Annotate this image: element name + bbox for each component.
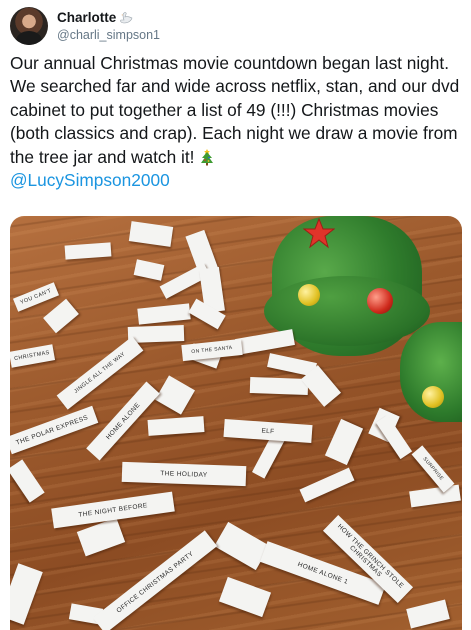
paper-slip — [299, 467, 355, 503]
movie-slip: SURPRISE — [411, 445, 455, 493]
paper-slip — [127, 325, 185, 343]
paper-slip — [147, 416, 205, 436]
yellow-bauble — [422, 386, 444, 408]
tweet-body: Our annual Christmas movie countdown beg… — [10, 53, 460, 167]
paper-slip — [43, 298, 79, 334]
paper-slip — [137, 303, 191, 325]
paper-slip — [214, 521, 270, 571]
movie-slip: THE POLAR EXPRESS — [10, 405, 99, 455]
movie-slip: CHRISTMAS — [10, 344, 56, 368]
tweet-text: Our annual Christmas movie countdown beg… — [10, 52, 462, 192]
tweet-header: Charlotte @charli_simpson1 — [10, 7, 450, 47]
paper-slip — [235, 329, 295, 355]
paper-slip — [133, 259, 165, 281]
movie-slip: ON THE SANTA — [181, 338, 243, 362]
user-handle[interactable]: @charli_simpson1 — [57, 28, 160, 42]
name-row: Charlotte — [57, 10, 133, 25]
paper-slip — [155, 375, 195, 415]
swan-icon — [120, 11, 133, 23]
paper-slip — [64, 242, 112, 260]
movie-slip: THE HOLIDAY — [121, 461, 247, 487]
display-name[interactable]: Charlotte — [57, 10, 116, 25]
movie-slip: ELF — [223, 418, 313, 444]
paper-slip — [409, 484, 461, 508]
paper-slip — [218, 576, 272, 618]
red-bauble — [367, 288, 393, 314]
paper-slip — [10, 563, 43, 625]
avatar-figure — [16, 31, 42, 45]
paper-slip — [10, 459, 45, 503]
tweet-photo[interactable]: YOU CAN'T CHRISTMAS JINGLE ALL THE WAY O… — [10, 216, 462, 630]
christmas-tree-icon — [201, 148, 214, 166]
paper-slip — [406, 599, 450, 629]
mention-link[interactable]: @LucySimpson2000 — [10, 169, 462, 192]
tweet-card: Charlotte @charli_simpson1 Our annual Ch… — [0, 0, 471, 630]
yellow-bauble — [298, 284, 320, 306]
paper-slip — [249, 376, 309, 396]
star-ornament — [303, 217, 335, 249]
paper-slip — [324, 418, 364, 466]
avatar[interactable] — [10, 7, 48, 45]
paper-slip — [128, 221, 174, 247]
movie-slip: YOU CAN'T — [12, 282, 60, 312]
